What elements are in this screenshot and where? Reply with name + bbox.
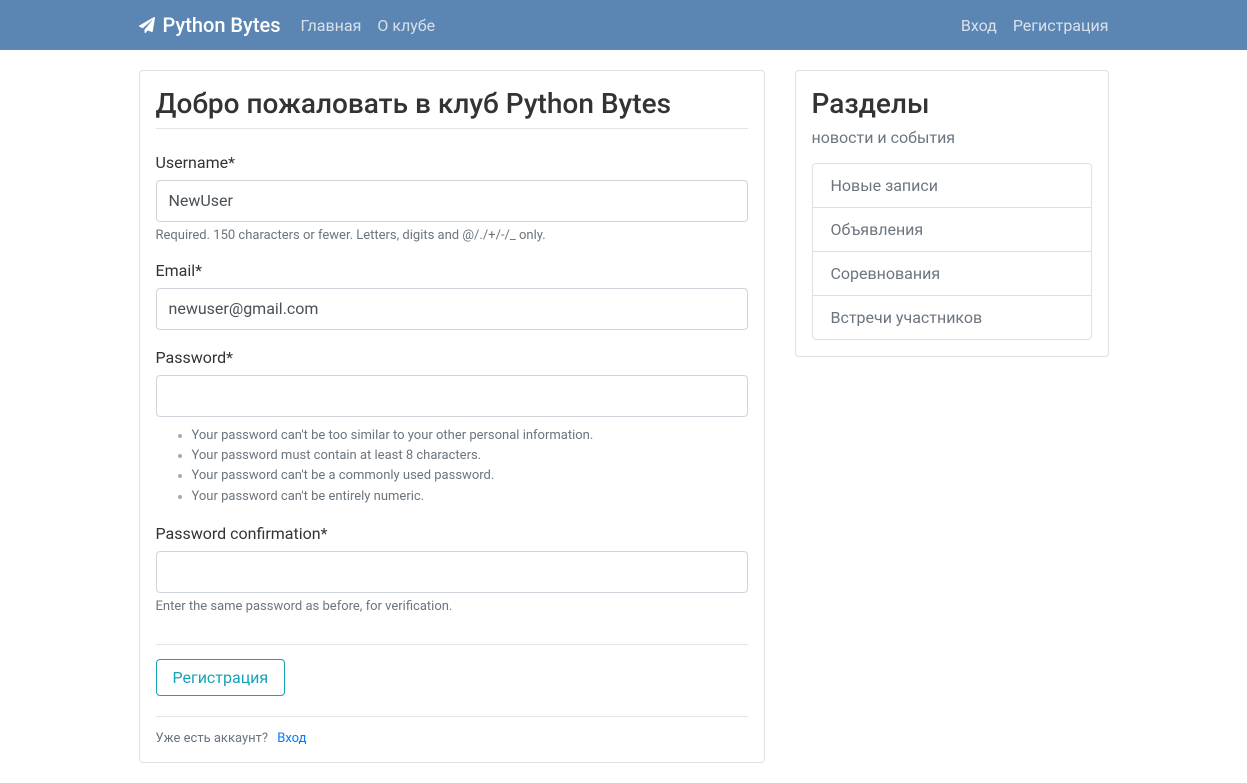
form-group-username: Username* Required. 150 characters or fe…: [156, 153, 748, 243]
content-section: Добро пожаловать в клуб Python Bytes Use…: [139, 70, 765, 763]
password1-input[interactable]: [156, 375, 748, 417]
registration-form: Username* Required. 150 characters or fe…: [156, 153, 748, 696]
sidebar: Разделы новости и события Новые записи О…: [795, 70, 1109, 763]
sidebar-heading: Разделы: [812, 87, 1092, 120]
sidebar-list: Новые записи Объявления Соревнования Вст…: [812, 163, 1092, 340]
password1-help-list: Your password can't be too similar to yo…: [156, 427, 748, 506]
register-button[interactable]: Регистрация: [156, 659, 286, 696]
navbar-nav-right: Вход Регистрация: [961, 16, 1109, 35]
password-help-item: Your password must contain at least 8 ch…: [192, 447, 748, 465]
form-group-password2: Password confirmation* Enter the same pa…: [156, 524, 748, 614]
login-link[interactable]: Вход: [277, 731, 306, 746]
username-label: Username*: [156, 153, 748, 172]
password-help-item: Your password can't be a commonly used p…: [192, 467, 748, 485]
nav-link-login[interactable]: Вход: [961, 16, 997, 35]
password-help-item: Your password can't be entirely numeric.: [192, 488, 748, 506]
sidebar-subtitle: новости и события: [812, 128, 1092, 147]
nav-link-register[interactable]: Регистрация: [1013, 16, 1109, 35]
form-group-password1: Password* Your password can't be too sim…: [156, 348, 748, 506]
nav-link-home[interactable]: Главная: [301, 16, 362, 35]
sidebar-item-meetings[interactable]: Встречи участников: [813, 296, 1091, 339]
navbar-container: Python Bytes Главная О клубе Вход Регист…: [124, 13, 1124, 37]
password-help-item: Your password can't be too similar to yo…: [192, 427, 748, 445]
email-label: Email*: [156, 261, 748, 280]
navbar: Python Bytes Главная О клубе Вход Регист…: [0, 0, 1247, 50]
main-wrapper: Добро пожаловать в клуб Python Bytes Use…: [124, 50, 1124, 783]
button-group: Регистрация: [156, 644, 748, 696]
sidebar-item-competitions[interactable]: Соревнования: [813, 252, 1091, 296]
form-group-email: Email*: [156, 261, 748, 330]
account-prompt-text: Уже есть аккаунт?: [156, 731, 269, 746]
navbar-left: Python Bytes Главная О клубе: [139, 13, 436, 37]
password1-label: Password*: [156, 348, 748, 367]
username-input[interactable]: [156, 180, 748, 222]
sidebar-card: Разделы новости и события Новые записи О…: [795, 70, 1109, 357]
brand-text: Python Bytes: [163, 13, 281, 37]
password2-label: Password confirmation*: [156, 524, 748, 543]
email-input[interactable]: [156, 288, 748, 330]
username-help: Required. 150 characters or fewer. Lette…: [156, 228, 748, 243]
navbar-nav-left: Главная О клубе: [301, 16, 436, 35]
nav-link-about[interactable]: О клубе: [377, 16, 435, 35]
page-title: Добро пожаловать в клуб Python Bytes: [156, 87, 748, 129]
sidebar-item-announcements[interactable]: Объявления: [813, 208, 1091, 252]
password2-help: Enter the same password as before, for v…: [156, 599, 748, 614]
paper-plane-icon: [139, 17, 155, 33]
password2-input[interactable]: [156, 551, 748, 593]
account-prompt-row: Уже есть аккаунт? Вход: [156, 716, 748, 746]
sidebar-item-new-posts[interactable]: Новые записи: [813, 164, 1091, 208]
navbar-brand[interactable]: Python Bytes: [139, 13, 281, 37]
